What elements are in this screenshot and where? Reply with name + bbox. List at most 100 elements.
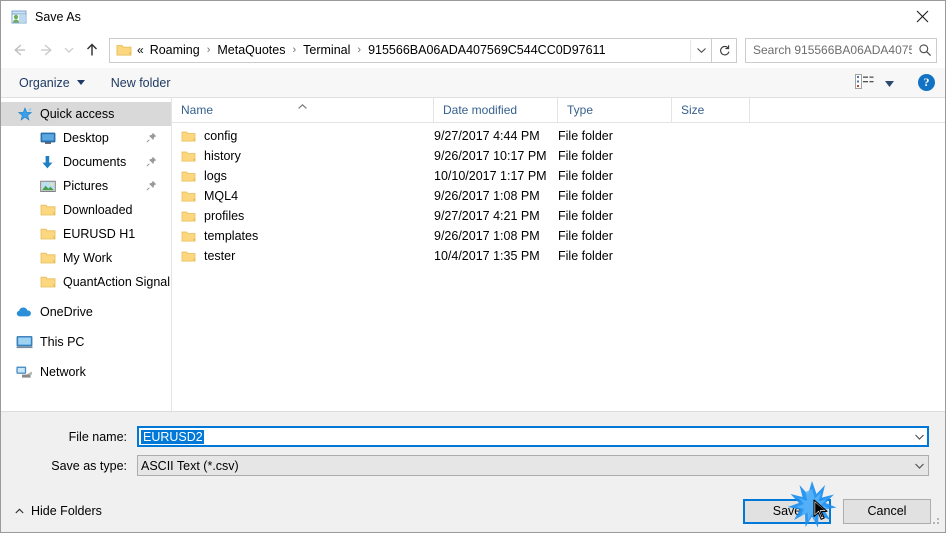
column-header-date-modified[interactable]: Date modified (434, 98, 558, 122)
folder-icon (39, 226, 56, 242)
new-folder-label: New folder (110, 75, 171, 90)
navigation-bar: « Roaming › MetaQuotes › Terminal › 9155… (1, 32, 945, 68)
arrow-left-icon (14, 44, 25, 56)
up-button[interactable] (79, 37, 105, 63)
caret-up-icon (15, 508, 24, 514)
file-name-cell: logs (172, 169, 434, 183)
breadcrumb-item-roaming[interactable]: Roaming (147, 43, 203, 57)
hide-folders-button[interactable]: Hide Folders (15, 504, 102, 518)
sidebar-item-label: QuantAction Signal (63, 275, 171, 289)
sidebar-item-label: Downloaded (63, 203, 133, 217)
list-view-icon[interactable] (855, 73, 875, 92)
table-row[interactable]: tester 10/4/2017 1:35 PM File folder (172, 246, 945, 266)
file-name-label: tester (204, 249, 236, 263)
search-box[interactable] (745, 37, 937, 63)
file-name-dropdown-button[interactable] (911, 433, 928, 441)
sidebar-item-label: My Work (63, 251, 113, 265)
column-header-name-label: Name (181, 103, 214, 117)
column-header-size[interactable]: Size (672, 98, 750, 122)
table-row[interactable]: templates 9/26/2017 1:08 PM File folder (172, 226, 945, 246)
search-input[interactable] (746, 42, 914, 58)
sidebar-item-documents[interactable]: Documents (1, 150, 171, 174)
breadcrumb-item-metaquotes[interactable]: MetaQuotes (214, 43, 288, 57)
organize-button[interactable]: Organize (19, 72, 85, 94)
cancel-button[interactable]: Cancel (843, 498, 931, 524)
save-as-type-select[interactable]: ASCII Text (*.csv) (137, 455, 929, 476)
sidebar-item-this-pc[interactable]: This PC (1, 330, 171, 354)
navigation-pane: Quick access Desktop Documents Pictures … (1, 98, 172, 411)
sidebar-item-onedrive[interactable]: OneDrive (1, 300, 171, 324)
forward-button[interactable] (33, 37, 59, 63)
column-header-type[interactable]: Type (558, 98, 672, 122)
file-type-row: Save as type: ASCII Text (*.csv) (17, 455, 929, 476)
table-row[interactable]: logs 10/10/2017 1:17 PM File folder (172, 166, 945, 186)
view-options-group[interactable] (855, 73, 894, 92)
sidebar-item-quick-access[interactable]: Quick access (1, 102, 171, 126)
search-icon (914, 43, 936, 57)
command-toolbar: Organize New folder ? (1, 68, 945, 98)
resize-grip-icon[interactable] (928, 513, 942, 530)
help-icon[interactable]: ? (918, 74, 935, 91)
breadcrumb-separator-icon: › (292, 44, 297, 56)
file-date-cell: 10/4/2017 1:35 PM (434, 249, 540, 263)
recent-locations-button[interactable] (59, 37, 79, 63)
file-name-label: File name: (68, 429, 127, 444)
star-pin-icon (16, 106, 33, 122)
folder-icon (181, 250, 196, 263)
save-as-type-dropdown-button[interactable] (911, 462, 928, 470)
file-type-cell: File folder (558, 249, 613, 263)
file-name-label: profiles (204, 209, 245, 223)
address-bar[interactable]: « Roaming › MetaQuotes › Terminal › 9155… (109, 37, 712, 63)
file-type-cell: File folder (558, 189, 613, 203)
sidebar-item-desktop[interactable]: Desktop (1, 126, 171, 150)
save-button[interactable]: Save (743, 498, 831, 524)
file-name-cell: profiles (172, 209, 434, 223)
sidebar-item-downloaded[interactable]: Downloaded (1, 198, 171, 222)
title-bar: Save As (1, 1, 945, 32)
sidebar-item-quantaction-signal[interactable]: QuantAction Signal (1, 270, 171, 294)
file-name-cell: tester (172, 249, 434, 263)
chevron-down-icon (915, 434, 924, 440)
sidebar-item-my-work[interactable]: My Work (1, 246, 171, 270)
file-type-cell: File folder (558, 149, 613, 163)
table-row[interactable]: MQL4 9/26/2017 1:08 PM File folder (172, 186, 945, 206)
file-name-input[interactable]: EURUSD2 (137, 426, 929, 447)
folder-icon (181, 130, 196, 143)
folder-icon (181, 190, 196, 203)
sidebar-item-network[interactable]: Network (1, 360, 171, 384)
table-row[interactable]: profiles 9/27/2017 4:21 PM File folder (172, 206, 945, 226)
sidebar-item-pictures[interactable]: Pictures (1, 174, 171, 198)
view-dropdown-caret-icon[interactable] (885, 76, 894, 90)
file-name-value-wrap: EURUSD2 (138, 429, 911, 444)
breadcrumb-item-terminal[interactable]: Terminal (300, 43, 353, 57)
folder-icon (181, 210, 196, 223)
breadcrumb[interactable]: « Roaming › MetaQuotes › Terminal › 9155… (136, 43, 690, 57)
folder-icon (39, 274, 56, 290)
hide-folders-label: Hide Folders (31, 504, 102, 518)
folder-icon (39, 202, 56, 218)
pin-icon (146, 132, 157, 146)
table-row[interactable]: config 9/27/2017 4:44 PM File folder (172, 126, 945, 146)
file-date-cell: 10/10/2017 1:17 PM (434, 169, 547, 183)
breadcrumb-separator-icon: › (357, 44, 362, 56)
file-name-label: logs (204, 169, 227, 183)
refresh-button[interactable] (712, 37, 737, 63)
window-title: Save As (35, 9, 81, 24)
sidebar-item-label: Desktop (63, 131, 109, 145)
sidebar-item-eurusd-h1[interactable]: EURUSD H1 (1, 222, 171, 246)
table-row[interactable]: history 9/26/2017 10:17 PM File folder (172, 146, 945, 166)
file-name-label: config (204, 129, 238, 143)
close-button[interactable] (899, 1, 945, 31)
column-header-name[interactable]: Name (172, 98, 434, 122)
sidebar-item-label: EURUSD H1 (63, 227, 136, 241)
file-list-pane: Name Date modified Type Size config 9/27… (172, 98, 945, 411)
breadcrumb-item-terminal-id[interactable]: 915566BA06ADA407569C544CC0D97611 (365, 43, 608, 57)
back-button[interactable] (7, 37, 33, 63)
breadcrumb-overflow[interactable]: « (136, 43, 147, 57)
address-dropdown-button[interactable] (690, 39, 711, 61)
folder-icon (116, 43, 132, 57)
file-date-cell: 9/26/2017 1:08 PM (434, 229, 540, 243)
new-folder-button[interactable]: New folder (111, 72, 171, 94)
file-type-cell: File folder (558, 169, 613, 183)
file-date-cell: 9/27/2017 4:44 PM (434, 129, 540, 143)
